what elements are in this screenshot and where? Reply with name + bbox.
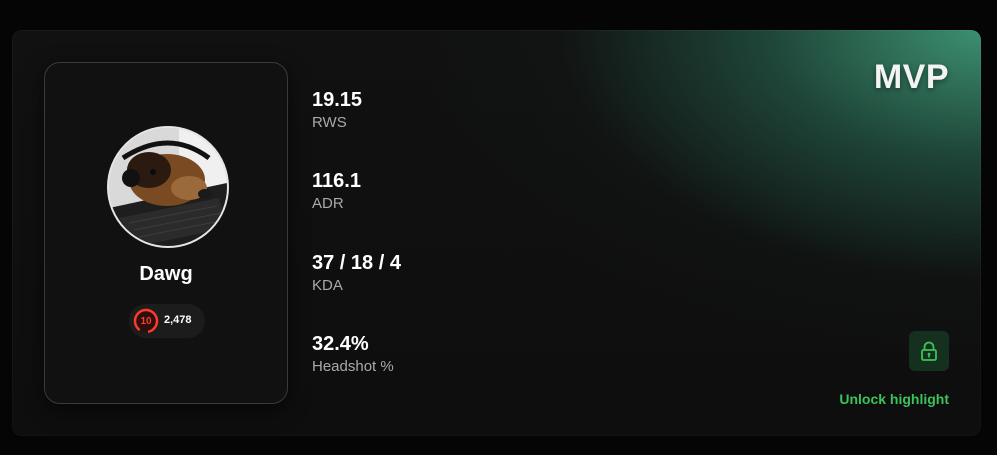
stat-label: RWS [312, 114, 347, 131]
stat-kda: 37 / 18 / 4 KDA [312, 252, 401, 295]
unlock-highlight-button[interactable] [909, 331, 949, 371]
stat-headshot: 32.4% Headshot % [312, 333, 394, 376]
mvp-badge: MVP [873, 58, 949, 96]
stat-label: KDA [312, 277, 343, 294]
stat-value: 116.1 [312, 170, 361, 192]
skill-level-badge: 10 2,478 [129, 304, 205, 338]
elo-value: 2,478 [164, 314, 192, 326]
mvp-card: Dawg 10 2,478 19.15 RWS 116.1 ADR 37 / 1… [12, 30, 981, 436]
unlock-highlight-link[interactable]: Unlock highlight [839, 391, 949, 407]
lock-icon [921, 341, 937, 361]
skill-level-number: 10 [140, 315, 152, 327]
player-avatar [107, 126, 229, 248]
stat-rws: 19.15 RWS [312, 89, 362, 132]
stat-label: Headshot % [312, 358, 394, 375]
player-name: Dawg [139, 263, 193, 285]
dog-avatar-image [109, 128, 227, 246]
stat-label: ADR [312, 195, 344, 212]
player-panel: Dawg 10 2,478 [44, 62, 288, 404]
stat-value: 32.4% [312, 333, 369, 355]
stat-value: 37 / 18 / 4 [312, 252, 401, 274]
stat-value: 19.15 [312, 89, 363, 111]
stat-adr: 116.1 ADR [312, 170, 361, 213]
